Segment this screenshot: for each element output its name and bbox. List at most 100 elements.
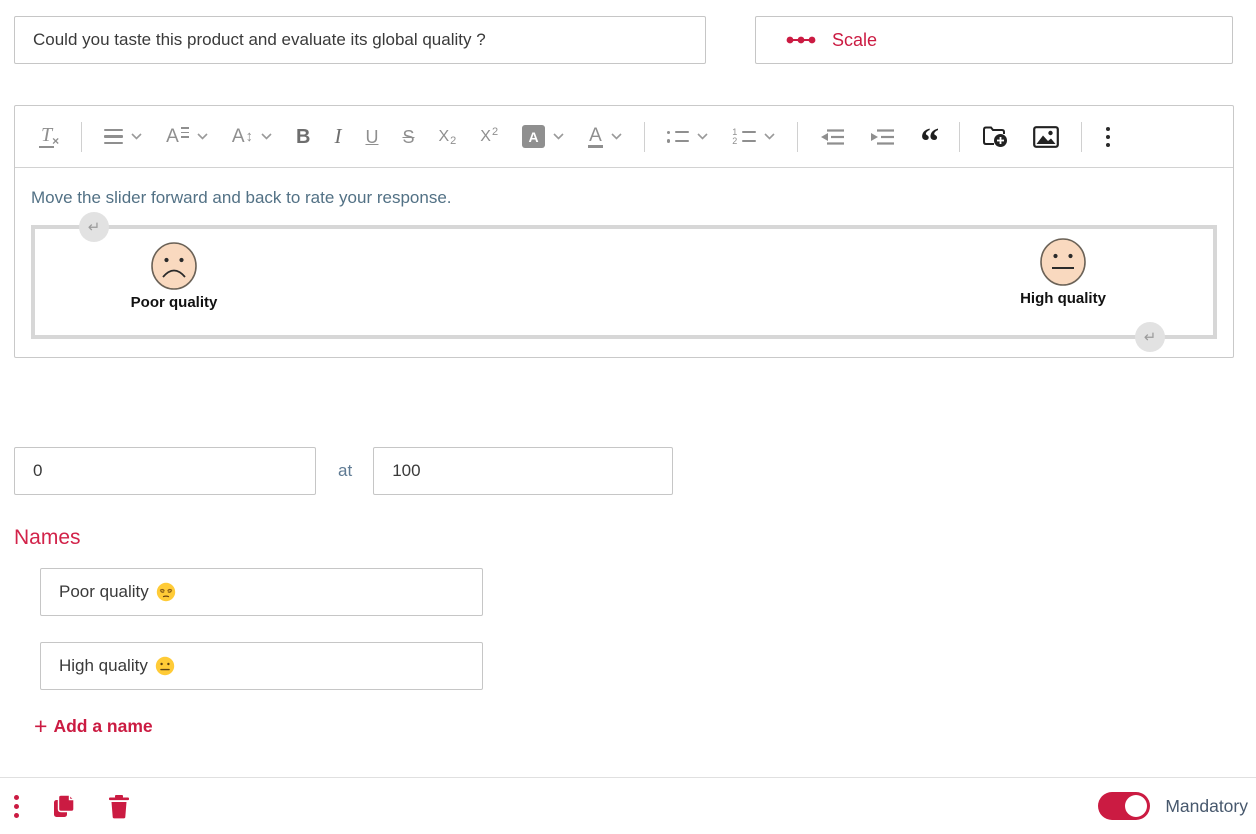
more-options-button[interactable]	[1095, 119, 1121, 155]
delete-question-button[interactable]	[106, 792, 132, 821]
font-size-arrow: ↕	[246, 129, 254, 144]
duplicate-question-button[interactable]	[50, 791, 79, 821]
question-footer-bar: Mandatory	[0, 777, 1256, 834]
folder-plus-icon	[982, 125, 1009, 148]
font-size-button[interactable]: A ↕	[223, 121, 281, 152]
mandatory-toggle[interactable]	[1098, 792, 1150, 820]
font-style-icon: A	[166, 127, 179, 146]
numbered-list-icon: 1 2	[732, 130, 756, 143]
highlight-color-button[interactable]: A	[513, 119, 573, 154]
font-style-button[interactable]: A	[157, 121, 217, 152]
remove-format-button[interactable]: T ×	[30, 119, 68, 154]
image-icon	[1033, 126, 1059, 148]
chevron-down-icon	[261, 133, 272, 140]
toggle-knob	[1125, 795, 1147, 817]
strikethrough-button[interactable]: S	[393, 122, 423, 152]
name-value: Poor quality	[59, 582, 149, 602]
range-max-input[interactable]	[373, 447, 673, 495]
align-icon	[104, 129, 123, 144]
range-separator-label: at	[338, 461, 352, 481]
range-min-input[interactable]	[14, 447, 316, 495]
rich-text-editor-content[interactable]: Move the slider forward and back to rate…	[15, 168, 1233, 357]
scale-right-anchor: High quality	[1003, 237, 1123, 307]
subscript-icon: X	[438, 129, 449, 145]
scale-left-label: Poor quality	[131, 294, 218, 311]
superscript-number: 2	[492, 127, 498, 138]
scale-slider-preview[interactable]: ↵ Poor quality High quality	[31, 225, 1217, 339]
superscript-button[interactable]: X 2	[471, 123, 507, 151]
underline-button[interactable]: U	[356, 122, 387, 152]
outdent-icon	[820, 128, 846, 146]
scale-right-label: High quality	[1020, 290, 1106, 307]
return-arrow-icon: ↵	[88, 218, 101, 236]
chevron-down-icon	[611, 133, 622, 140]
block-quote-button[interactable]: “	[911, 114, 946, 159]
pensive-face-emoji	[156, 582, 176, 602]
question-type-label: Scale	[832, 30, 877, 51]
neutral-face-emoji	[155, 656, 175, 676]
names-heading: Names	[14, 526, 1256, 550]
bulleted-list-button[interactable]	[658, 125, 718, 149]
scale-left-anchor: Poor quality	[114, 241, 234, 311]
bulleted-list-icon	[667, 131, 690, 143]
name-value: High quality	[59, 656, 148, 676]
question-options-button[interactable]	[10, 791, 23, 822]
add-name-button[interactable]: + Add a name	[34, 715, 153, 738]
mandatory-label: Mandatory	[1165, 796, 1248, 817]
bold-button[interactable]: B	[287, 121, 319, 153]
toolbar-separator	[959, 122, 960, 152]
subscript-button[interactable]: X 2	[429, 121, 465, 153]
font-size-icon: A	[232, 127, 245, 146]
superscript-icon: X	[480, 129, 491, 145]
font-color-button[interactable]: A	[579, 120, 631, 154]
editor-toolbar: T × A A ↕ B I U S	[15, 106, 1233, 168]
kebab-menu-icon	[1104, 125, 1112, 149]
subscript-number: 2	[450, 136, 456, 147]
insert-template-button[interactable]	[973, 119, 1018, 154]
sad-face-image	[150, 241, 198, 291]
toolbar-separator	[797, 122, 798, 152]
footer-actions	[10, 791, 132, 822]
question-type-selector[interactable]: Scale	[755, 16, 1233, 64]
alignment-button[interactable]	[95, 123, 151, 150]
toolbar-separator	[1081, 122, 1082, 152]
italic-icon: I	[334, 126, 341, 147]
decrease-indent-button[interactable]	[811, 122, 855, 152]
font-color-icon: A	[588, 126, 603, 148]
chevron-down-icon	[697, 133, 708, 140]
resize-handle-bottom-right[interactable]: ↵	[1135, 322, 1165, 352]
chevron-down-icon	[764, 133, 775, 140]
chevron-down-icon	[197, 133, 208, 140]
kebab-menu-icon	[12, 793, 21, 820]
numbered-list-button[interactable]: 1 2	[723, 124, 784, 149]
resize-handle-top-left[interactable]: ↵	[79, 212, 109, 242]
remove-format-x: ×	[52, 135, 59, 147]
rich-text-editor: T × A A ↕ B I U S	[14, 105, 1234, 358]
chevron-down-icon	[131, 133, 142, 140]
underline-icon: U	[365, 128, 378, 146]
plus-icon: +	[34, 715, 47, 738]
add-name-label: Add a name	[53, 716, 152, 737]
question-header-row: Scale	[0, 0, 1256, 64]
strikethrough-icon: S	[402, 128, 414, 146]
toolbar-separator	[644, 122, 645, 152]
question-title-input[interactable]	[14, 16, 706, 64]
highlight-color-icon: A	[522, 125, 545, 148]
font-style-lines	[181, 127, 189, 138]
block-quote-icon: “	[920, 132, 937, 153]
chevron-down-icon	[553, 133, 564, 140]
scale-dots-icon	[786, 34, 816, 46]
bold-icon: B	[296, 127, 310, 147]
mandatory-control: Mandatory	[1098, 792, 1248, 820]
neutral-face-image	[1039, 237, 1087, 287]
insert-image-button[interactable]	[1024, 120, 1068, 154]
increase-indent-button[interactable]	[861, 122, 905, 152]
name-input-poor-quality[interactable]: Poor quality	[40, 568, 483, 616]
indent-icon	[870, 128, 896, 146]
toolbar-separator	[81, 122, 82, 152]
range-row: at	[14, 447, 1256, 495]
italic-button[interactable]: I	[325, 120, 350, 153]
name-input-high-quality[interactable]: High quality	[40, 642, 483, 690]
duplicate-icon	[52, 793, 77, 819]
trash-icon	[108, 794, 130, 819]
